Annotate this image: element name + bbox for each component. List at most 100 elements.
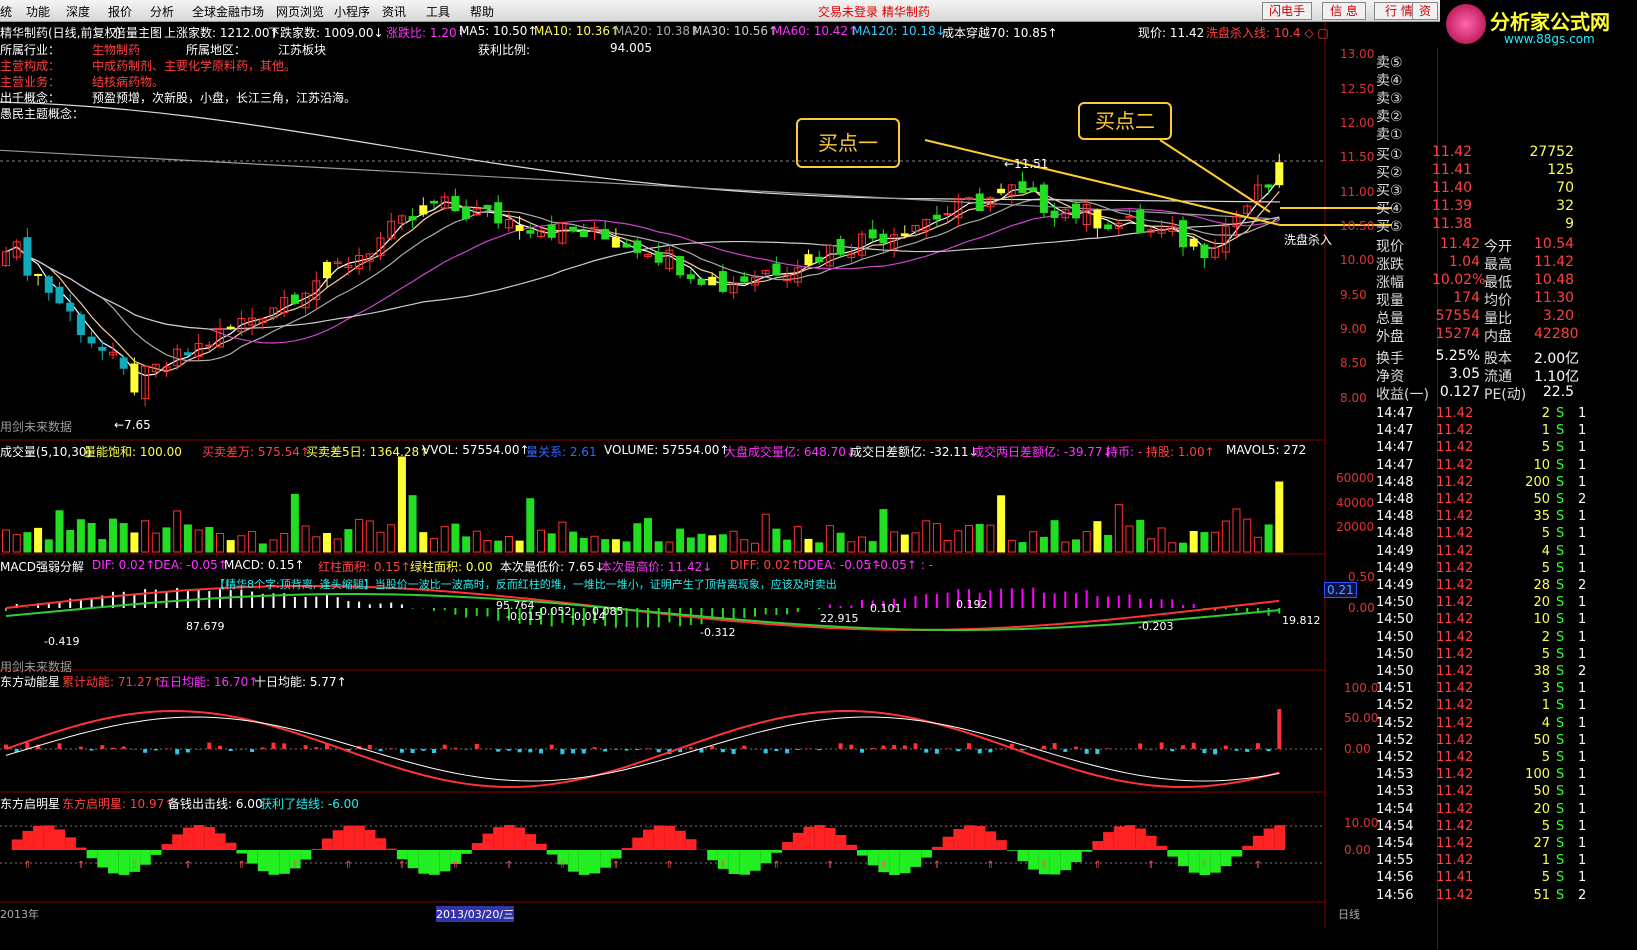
menu-depth[interactable]: 深度 — [66, 3, 90, 20]
period-label[interactable]: 日线 — [1338, 906, 1360, 922]
star-bar — [471, 843, 483, 850]
volume-bar — [494, 540, 503, 553]
star-bar — [1242, 845, 1253, 850]
up-arrow-icon: ⇑ — [558, 860, 566, 871]
tick-time: 14:50 — [1376, 646, 1414, 662]
volume-bar — [1039, 536, 1048, 553]
menu-mini-program[interactable]: 小程序 — [334, 3, 370, 20]
quote-label: 现价 — [1376, 239, 1404, 255]
candle-body — [1104, 224, 1113, 230]
watermark: 用剑未来数据 — [0, 420, 73, 434]
volume-bar — [1018, 542, 1027, 553]
tick-time: 14:52 — [1376, 750, 1414, 765]
tick-time: 14:54 — [1376, 818, 1414, 834]
volume-bar — [526, 498, 535, 553]
buy-level: 买③ — [1376, 183, 1403, 199]
volume-bar — [783, 539, 792, 553]
tick-volume: 200 — [1525, 474, 1550, 490]
info-button[interactable]: 信 息 — [1322, 2, 1366, 20]
menu-global-market[interactable]: 全球金融市场 — [192, 3, 264, 20]
buy-volume: 9 — [1565, 216, 1574, 232]
tick-time: 14:52 — [1376, 732, 1414, 748]
volume-axis-label: 40000 — [1336, 496, 1375, 510]
volume-bar — [98, 539, 107, 553]
up-arrow-icon: ⇑ — [1093, 860, 1101, 871]
dyn-bar — [228, 749, 233, 751]
tick-price: 11.42 — [1436, 560, 1474, 576]
volume-bar — [183, 524, 192, 553]
dyn-bar — [934, 749, 939, 754]
star-bar — [964, 825, 975, 850]
menu-news[interactable]: 资讯 — [382, 3, 406, 20]
chart-mode[interactable]: 倍量主图 — [114, 24, 162, 41]
menu-tools[interactable]: 工具 — [426, 3, 450, 20]
star-bar — [760, 850, 772, 863]
dyn-bar — [774, 749, 779, 752]
ma60: MA60: 10.42↑ — [772, 24, 859, 38]
star-bar — [193, 825, 205, 850]
buy-level: 买① — [1376, 147, 1403, 163]
candle-body — [697, 278, 706, 285]
dyn-title: 东方动能星 — [0, 675, 61, 689]
dyn-bar — [78, 746, 83, 749]
tick-side: S — [1556, 646, 1565, 662]
big-volume: 大盘成交量亿: 648.70↓ — [724, 445, 856, 459]
menu-system[interactable]: 统 — [0, 3, 12, 20]
tick-count: 1 — [1578, 681, 1587, 697]
star-bar — [867, 850, 879, 866]
buy-volume: 27752 — [1529, 144, 1574, 160]
dyn-bar — [742, 745, 747, 749]
candle-body — [290, 294, 299, 304]
high-marker: ←11.51 — [1004, 157, 1049, 171]
tick-side: S — [1556, 526, 1565, 542]
sell-level: 卖⑤ — [1376, 55, 1403, 71]
candle-body — [494, 202, 503, 224]
menu-quote[interactable]: 报价 — [108, 3, 132, 20]
menu-analysis[interactable]: 分析 — [150, 3, 174, 20]
dyn-bar — [282, 743, 287, 749]
star-bar — [857, 850, 868, 856]
quote-value: 1.04 — [1448, 254, 1480, 270]
volume-bar — [686, 537, 695, 553]
dyn-bar — [1277, 709, 1282, 749]
sell-level: 卖④ — [1376, 73, 1403, 89]
menu-web[interactable]: 网页浏览 — [276, 3, 324, 20]
data-button[interactable]: 资 — [1412, 2, 1438, 20]
business-label: 主营业务： — [0, 75, 61, 89]
candle-body — [900, 233, 909, 237]
volume-bar — [665, 541, 674, 553]
ma-line — [5, 190, 1280, 373]
volume-bar — [269, 539, 278, 553]
volume-bar — [943, 539, 952, 553]
star-bar — [621, 847, 633, 850]
dyn-bar — [164, 748, 169, 749]
volume-bar — [740, 539, 749, 553]
quote-label: 外盘 — [1376, 329, 1404, 345]
dyn-bar — [699, 749, 704, 753]
tick-price: 11.42 — [1436, 818, 1474, 834]
star-bar — [664, 825, 676, 850]
dyn-bar — [218, 745, 222, 749]
quote-label: 今开 — [1484, 239, 1512, 255]
candle-body — [718, 271, 727, 292]
tick-time: 14:48 — [1376, 492, 1414, 507]
dyn-bar — [421, 749, 426, 751]
flash-button[interactable]: 闪电手 — [1262, 2, 1312, 20]
menu-help[interactable]: 帮助 — [470, 3, 494, 20]
price-axis-label: 10.50 — [1340, 219, 1375, 233]
dyn-bar — [153, 749, 158, 751]
volume-axis-label: 20000 — [1336, 520, 1375, 534]
volume-bar — [890, 531, 899, 553]
volume-bar — [644, 518, 652, 553]
dyn-bar — [592, 747, 597, 749]
menu-function[interactable]: 功能 — [26, 3, 50, 20]
quote-value: 10.54 — [1534, 236, 1575, 252]
star-bar — [996, 840, 1007, 850]
tick-price: 11.42 — [1436, 715, 1474, 731]
star-bar — [546, 850, 558, 855]
star-bar — [257, 850, 269, 872]
macd-axis-label: 0.00 — [1348, 601, 1375, 615]
candle-body — [1072, 203, 1080, 219]
dyn-bar — [1084, 749, 1089, 754]
logo-url: www.88gs.com — [1504, 32, 1595, 46]
